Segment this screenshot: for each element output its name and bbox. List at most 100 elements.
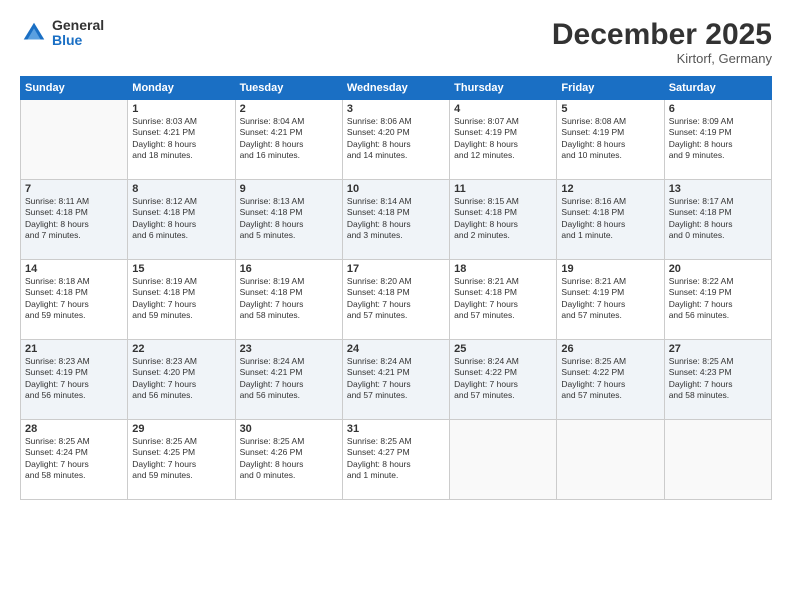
day-info: Sunrise: 8:25 AM Sunset: 4:26 PM Dayligh… [240,436,338,482]
page: General Blue December 2025 Kirtorf, Germ… [0,0,792,612]
day-info: Sunrise: 8:15 AM Sunset: 4:18 PM Dayligh… [454,196,552,242]
day-number: 9 [240,183,338,195]
day-number: 11 [454,183,552,195]
day-info: Sunrise: 8:21 AM Sunset: 4:19 PM Dayligh… [561,276,659,322]
day-number: 20 [669,263,767,275]
day-info: Sunrise: 8:14 AM Sunset: 4:18 PM Dayligh… [347,196,445,242]
day-number: 15 [132,263,230,275]
location: Kirtorf, Germany [552,51,772,66]
day-number: 1 [132,103,230,115]
title-block: December 2025 Kirtorf, Germany [552,18,772,66]
calendar-week-row: 1Sunrise: 8:03 AM Sunset: 4:21 PM Daylig… [21,100,772,180]
day-number: 25 [454,343,552,355]
day-number: 7 [25,183,123,195]
day-number: 12 [561,183,659,195]
header: General Blue December 2025 Kirtorf, Germ… [20,18,772,66]
day-number: 28 [25,423,123,435]
day-number: 21 [25,343,123,355]
day-number: 22 [132,343,230,355]
day-number: 3 [347,103,445,115]
day-number: 29 [132,423,230,435]
day-info: Sunrise: 8:20 AM Sunset: 4:18 PM Dayligh… [347,276,445,322]
day-number: 24 [347,343,445,355]
table-row: 10Sunrise: 8:14 AM Sunset: 4:18 PM Dayli… [342,180,449,260]
table-row: 24Sunrise: 8:24 AM Sunset: 4:21 PM Dayli… [342,340,449,420]
day-number: 6 [669,103,767,115]
day-number: 23 [240,343,338,355]
table-row: 1Sunrise: 8:03 AM Sunset: 4:21 PM Daylig… [128,100,235,180]
table-row [21,100,128,180]
header-friday: Friday [557,77,664,100]
calendar-table: Sunday Monday Tuesday Wednesday Thursday… [20,76,772,500]
day-number: 4 [454,103,552,115]
table-row: 11Sunrise: 8:15 AM Sunset: 4:18 PM Dayli… [450,180,557,260]
table-row: 6Sunrise: 8:09 AM Sunset: 4:19 PM Daylig… [664,100,771,180]
table-row: 19Sunrise: 8:21 AM Sunset: 4:19 PM Dayli… [557,260,664,340]
table-row: 23Sunrise: 8:24 AM Sunset: 4:21 PM Dayli… [235,340,342,420]
day-info: Sunrise: 8:19 AM Sunset: 4:18 PM Dayligh… [240,276,338,322]
day-info: Sunrise: 8:25 AM Sunset: 4:25 PM Dayligh… [132,436,230,482]
day-number: 18 [454,263,552,275]
day-number: 26 [561,343,659,355]
table-row: 13Sunrise: 8:17 AM Sunset: 4:18 PM Dayli… [664,180,771,260]
header-saturday: Saturday [664,77,771,100]
day-info: Sunrise: 8:12 AM Sunset: 4:18 PM Dayligh… [132,196,230,242]
table-row: 29Sunrise: 8:25 AM Sunset: 4:25 PM Dayli… [128,420,235,500]
day-info: Sunrise: 8:09 AM Sunset: 4:19 PM Dayligh… [669,116,767,162]
day-number: 27 [669,343,767,355]
day-info: Sunrise: 8:24 AM Sunset: 4:21 PM Dayligh… [240,356,338,402]
table-row: 18Sunrise: 8:21 AM Sunset: 4:18 PM Dayli… [450,260,557,340]
header-sunday: Sunday [21,77,128,100]
day-info: Sunrise: 8:19 AM Sunset: 4:18 PM Dayligh… [132,276,230,322]
table-row: 21Sunrise: 8:23 AM Sunset: 4:19 PM Dayli… [21,340,128,420]
calendar-week-row: 28Sunrise: 8:25 AM Sunset: 4:24 PM Dayli… [21,420,772,500]
day-number: 5 [561,103,659,115]
day-number: 16 [240,263,338,275]
table-row: 31Sunrise: 8:25 AM Sunset: 4:27 PM Dayli… [342,420,449,500]
day-info: Sunrise: 8:17 AM Sunset: 4:18 PM Dayligh… [669,196,767,242]
day-number: 30 [240,423,338,435]
table-row: 17Sunrise: 8:20 AM Sunset: 4:18 PM Dayli… [342,260,449,340]
table-row: 3Sunrise: 8:06 AM Sunset: 4:20 PM Daylig… [342,100,449,180]
table-row: 7Sunrise: 8:11 AM Sunset: 4:18 PM Daylig… [21,180,128,260]
table-row: 15Sunrise: 8:19 AM Sunset: 4:18 PM Dayli… [128,260,235,340]
day-info: Sunrise: 8:04 AM Sunset: 4:21 PM Dayligh… [240,116,338,162]
day-info: Sunrise: 8:24 AM Sunset: 4:21 PM Dayligh… [347,356,445,402]
logo-text: General Blue [52,18,104,49]
calendar-week-row: 21Sunrise: 8:23 AM Sunset: 4:19 PM Dayli… [21,340,772,420]
table-row: 20Sunrise: 8:22 AM Sunset: 4:19 PM Dayli… [664,260,771,340]
day-info: Sunrise: 8:25 AM Sunset: 4:24 PM Dayligh… [25,436,123,482]
table-row [664,420,771,500]
day-number: 2 [240,103,338,115]
calendar-week-row: 7Sunrise: 8:11 AM Sunset: 4:18 PM Daylig… [21,180,772,260]
header-tuesday: Tuesday [235,77,342,100]
table-row: 2Sunrise: 8:04 AM Sunset: 4:21 PM Daylig… [235,100,342,180]
day-number: 17 [347,263,445,275]
table-row: 28Sunrise: 8:25 AM Sunset: 4:24 PM Dayli… [21,420,128,500]
header-wednesday: Wednesday [342,77,449,100]
day-info: Sunrise: 8:25 AM Sunset: 4:27 PM Dayligh… [347,436,445,482]
table-row: 4Sunrise: 8:07 AM Sunset: 4:19 PM Daylig… [450,100,557,180]
day-info: Sunrise: 8:23 AM Sunset: 4:20 PM Dayligh… [132,356,230,402]
table-row: 22Sunrise: 8:23 AM Sunset: 4:20 PM Dayli… [128,340,235,420]
day-info: Sunrise: 8:06 AM Sunset: 4:20 PM Dayligh… [347,116,445,162]
day-info: Sunrise: 8:21 AM Sunset: 4:18 PM Dayligh… [454,276,552,322]
day-number: 8 [132,183,230,195]
day-info: Sunrise: 8:22 AM Sunset: 4:19 PM Dayligh… [669,276,767,322]
table-row: 26Sunrise: 8:25 AM Sunset: 4:22 PM Dayli… [557,340,664,420]
day-info: Sunrise: 8:07 AM Sunset: 4:19 PM Dayligh… [454,116,552,162]
day-info: Sunrise: 8:18 AM Sunset: 4:18 PM Dayligh… [25,276,123,322]
day-number: 31 [347,423,445,435]
day-info: Sunrise: 8:25 AM Sunset: 4:23 PM Dayligh… [669,356,767,402]
table-row: 27Sunrise: 8:25 AM Sunset: 4:23 PM Dayli… [664,340,771,420]
month-title: December 2025 [552,18,772,51]
table-row [450,420,557,500]
day-number: 10 [347,183,445,195]
table-row: 8Sunrise: 8:12 AM Sunset: 4:18 PM Daylig… [128,180,235,260]
table-row: 14Sunrise: 8:18 AM Sunset: 4:18 PM Dayli… [21,260,128,340]
table-row: 30Sunrise: 8:25 AM Sunset: 4:26 PM Dayli… [235,420,342,500]
day-info: Sunrise: 8:08 AM Sunset: 4:19 PM Dayligh… [561,116,659,162]
table-row: 12Sunrise: 8:16 AM Sunset: 4:18 PM Dayli… [557,180,664,260]
logo-blue-text: Blue [52,33,104,48]
table-row: 16Sunrise: 8:19 AM Sunset: 4:18 PM Dayli… [235,260,342,340]
